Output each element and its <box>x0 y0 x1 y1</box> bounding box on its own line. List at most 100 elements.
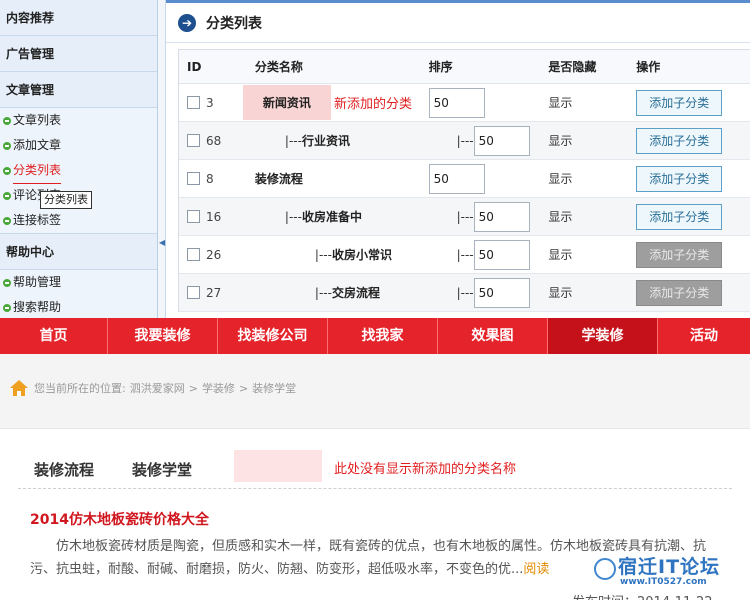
watermark-url: www.IT0527.com <box>620 577 707 587</box>
hidden-status: 显示 <box>548 248 573 262</box>
tab-renovation-process[interactable]: 装修流程 <box>34 459 94 480</box>
sidebar-item-label: 添加文章 <box>13 138 62 152</box>
main-nav: 首页 我要装修 找装修公司 找我家 效果图 学装修 活动 <box>0 318 750 354</box>
table-row: 8 装修流程 50 显示 添加子分类 <box>179 160 750 198</box>
add-subcategory-button[interactable]: 添加子分类 <box>636 165 723 192</box>
add-subcategory-button-disabled[interactable]: 添加子分类 <box>636 279 723 306</box>
breadcrumb-bar: 您当前所在的位置: 泗洪爱家网 > 学装修 > 装修学堂 <box>0 354 750 428</box>
read-more-link[interactable]: 阅读 <box>523 562 549 577</box>
collapse-arrow-icon[interactable]: ◀ <box>159 238 165 247</box>
admin-panel: 内容推荐 广告管理 文章管理 文章列表 添加文章 分类列表 评论列表 连接标签 … <box>0 0 750 318</box>
row-id: 27 <box>206 285 222 300</box>
sidebar-section-ad-management[interactable]: 广告管理 <box>0 36 157 72</box>
row-id: 8 <box>206 171 214 186</box>
tab-renovation-school[interactable]: 装修学堂 <box>132 459 192 480</box>
hidden-status: 显示 <box>548 96 573 110</box>
page-title: 分类列表 <box>206 15 262 32</box>
sidebar-item-label: 帮助管理 <box>13 275 62 289</box>
breadcrumb-separator: > <box>188 381 198 395</box>
table-row: 27 |--- 交房流程 |--- 50 显示 添加子分类 <box>179 274 750 312</box>
sort-input[interactable]: 50 <box>473 277 530 308</box>
sidebar-section-article-management[interactable]: 文章管理 <box>0 72 157 108</box>
bullet-icon <box>3 278 11 287</box>
nav-item-activity[interactable]: 活动 <box>658 318 750 354</box>
main-panel: ➔ 分类列表 ID 分类名称 排序 是否隐藏 操作 3 新闻资讯 50 显示 添… <box>166 0 750 318</box>
breadcrumb-link-learn[interactable]: 学装修 <box>202 380 235 396</box>
sidebar-item-category-list[interactable]: 分类列表 <box>0 158 157 184</box>
sidebar-item-article-list[interactable]: 文章列表 <box>0 108 157 133</box>
row-checkbox[interactable] <box>187 210 200 223</box>
breadcrumb-link-site[interactable]: 泗洪爱家网 <box>130 380 185 396</box>
category-name: 收房准备中 <box>301 210 362 224</box>
bullet-icon <box>3 166 11 175</box>
bullet-icon <box>3 116 11 125</box>
nav-item-renovate[interactable]: 我要装修 <box>108 318 218 354</box>
table-row: 26 |--- 收房小常识 |--- 50 显示 添加子分类 <box>179 236 750 274</box>
tooltip: 分类列表 <box>40 191 92 209</box>
breadcrumb: 您当前所在的位置: 泗洪爱家网 > 学装修 > 装修学堂 <box>10 380 296 396</box>
category-name: 新闻资讯 <box>242 85 331 120</box>
row-id: 26 <box>206 247 222 262</box>
row-checkbox[interactable] <box>187 134 200 147</box>
row-checkbox[interactable] <box>187 172 200 185</box>
sidebar-section-help-center[interactable]: 帮助中心 <box>0 234 157 270</box>
sort-indent-prefix: |--- <box>456 209 474 224</box>
row-checkbox[interactable] <box>187 286 200 299</box>
column-header-name: 分类名称 <box>235 50 429 83</box>
sidebar-item-add-article[interactable]: 添加文章 <box>0 133 157 158</box>
bullet-icon <box>3 191 11 200</box>
sort-input[interactable]: 50 <box>473 239 530 270</box>
bullet-icon <box>3 216 11 225</box>
category-indent-prefix: |--- <box>284 209 302 224</box>
nav-item-learn[interactable]: 学装修 <box>548 318 658 354</box>
sidebar-item-link-tags[interactable]: 连接标签 <box>0 208 157 234</box>
hidden-status: 显示 <box>548 134 573 148</box>
sidebar-item-search-help[interactable]: 搜索帮助 <box>0 295 157 318</box>
category-name: 交房流程 <box>331 286 380 300</box>
column-header-hidden: 是否隐藏 <box>548 60 597 74</box>
sort-input[interactable]: 50 <box>473 125 530 156</box>
article-title-link[interactable]: 2014仿木地板瓷砖价格大全 <box>30 509 209 529</box>
sidebar-item-label: 文章列表 <box>13 113 62 127</box>
nav-item-find-company[interactable]: 找装修公司 <box>218 318 328 354</box>
logo-ring-icon <box>594 558 616 580</box>
sidebar-item-label: 分类列表 <box>13 158 62 184</box>
sidebar-section-content-recommend[interactable]: 内容推荐 <box>0 0 157 36</box>
nav-item-effects[interactable]: 效果图 <box>438 318 548 354</box>
tab-missing-category[interactable] <box>234 450 322 482</box>
add-subcategory-button[interactable]: 添加子分类 <box>636 89 723 116</box>
row-checkbox[interactable] <box>187 248 200 261</box>
sidebar-collapse-bar[interactable] <box>158 0 166 318</box>
home-icon[interactable] <box>10 380 28 396</box>
admin-sidebar: 内容推荐 广告管理 文章管理 文章列表 添加文章 分类列表 评论列表 连接标签 … <box>0 0 158 318</box>
category-name: 行业资讯 <box>301 134 350 148</box>
table-row: 3 新闻资讯 50 显示 添加子分类 <box>179 84 750 122</box>
watermark-logo: 宿迁IT论坛 www.IT0527.com <box>594 550 750 600</box>
row-checkbox[interactable] <box>187 96 200 109</box>
sort-input[interactable]: 50 <box>473 201 530 232</box>
annotation-missing-category: 此处没有显示新添加的分类名称 <box>334 462 517 477</box>
bullet-icon <box>3 141 11 150</box>
breadcrumb-prefix: 您当前所在的位置: <box>34 382 126 395</box>
watermark-title: 宿迁IT论坛 <box>618 556 721 578</box>
sidebar-item-help-management[interactable]: 帮助管理 <box>0 270 157 295</box>
table-row: 68 |--- 行业资讯 |--- 50 显示 添加子分类 <box>179 122 750 160</box>
nav-item-home[interactable]: 首页 <box>0 318 108 354</box>
add-subcategory-button[interactable]: 添加子分类 <box>636 127 723 154</box>
breadcrumb-current: 装修学堂 <box>252 382 297 395</box>
sort-indent-prefix: |--- <box>456 133 474 148</box>
annotation-new-category: 新添加的分类 <box>334 97 413 112</box>
sort-input[interactable]: 50 <box>428 163 485 194</box>
category-indent-prefix: |--- <box>314 247 332 262</box>
hidden-status: 显示 <box>548 286 573 300</box>
nav-item-find-home[interactable]: 找我家 <box>328 318 438 354</box>
sort-input[interactable]: 50 <box>428 87 485 118</box>
add-subcategory-button[interactable]: 添加子分类 <box>636 203 723 230</box>
hidden-status: 显示 <box>548 172 573 186</box>
bullet-icon <box>3 303 11 312</box>
category-table: ID 分类名称 排序 是否隐藏 操作 3 新闻资讯 50 显示 添加子分类 68… <box>178 49 750 312</box>
table-row: 16 |--- 收房准备中 |--- 50 显示 添加子分类 <box>179 198 750 236</box>
add-subcategory-button-disabled[interactable]: 添加子分类 <box>636 241 723 268</box>
column-header-id: ID <box>187 59 202 74</box>
sidebar-item-label: 搜索帮助 <box>13 300 62 314</box>
